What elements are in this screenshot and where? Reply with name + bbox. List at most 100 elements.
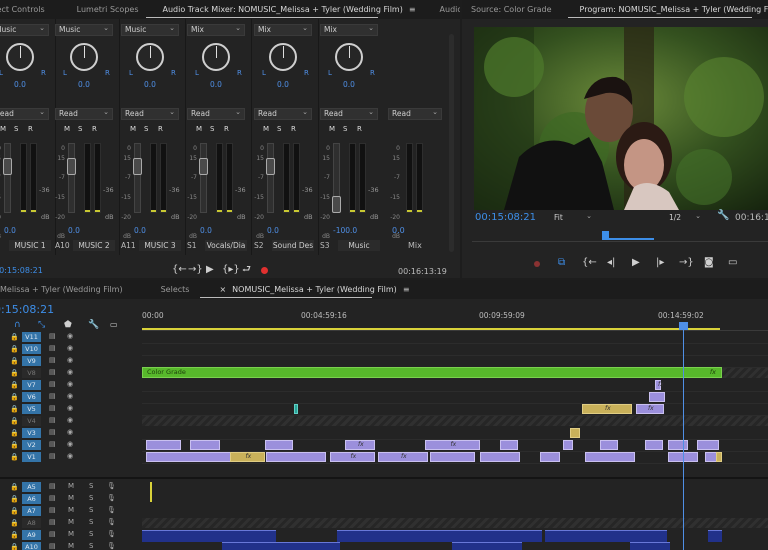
mute-track-button[interactable]: M: [68, 542, 74, 550]
sync-lock-icon[interactable]: ▤: [49, 404, 56, 412]
eye-icon[interactable]: ◉: [67, 440, 73, 448]
mute-button[interactable]: M: [196, 125, 202, 133]
pan-knob[interactable]: [136, 43, 164, 71]
automation-select[interactable]: Read: [187, 107, 245, 120]
track-label[interactable]: V5: [22, 404, 41, 414]
sync-lock-icon[interactable]: ▤: [49, 518, 56, 526]
go-to-out-button[interactable]: →}: [679, 258, 694, 268]
tab-audio-clip-mixer[interactable]: Audio Clip M: [433, 0, 460, 19]
volume-fader[interactable]: [266, 143, 275, 213]
solo-button[interactable]: S: [14, 125, 18, 133]
track-label[interactable]: V8: [22, 368, 41, 378]
sync-lock-icon[interactable]: ▤: [49, 530, 56, 538]
track-label[interactable]: V3: [22, 428, 41, 438]
volume-fader[interactable]: [199, 143, 208, 213]
sync-lock-icon[interactable]: ▤: [49, 368, 56, 376]
timeline-clip[interactable]: [294, 404, 298, 414]
channel-name[interactable]: MUSIC 2: [73, 240, 115, 251]
lock-icon[interactable]: 🔒: [10, 453, 19, 461]
lock-icon[interactable]: 🔒: [10, 483, 19, 491]
microphone-icon[interactable]: 🎙: [107, 518, 116, 526]
hamburger-icon[interactable]: ≡: [403, 285, 410, 294]
record-enable-button[interactable]: R: [158, 125, 163, 133]
mute-track-button[interactable]: M: [68, 482, 74, 490]
pan-knob[interactable]: [335, 43, 363, 71]
sync-lock-icon[interactable]: ▤: [49, 392, 56, 400]
play-in-to-out-button[interactable]: {▸}: [222, 265, 240, 275]
timeline-clip[interactable]: [146, 440, 181, 450]
eye-icon[interactable]: ◉: [67, 404, 73, 412]
mute-track-button[interactable]: M: [68, 530, 74, 538]
record-enable-button[interactable]: R: [28, 125, 33, 133]
lock-icon[interactable]: 🔒: [10, 531, 19, 539]
microphone-icon[interactable]: 🎙: [107, 530, 116, 538]
play-button[interactable]: ▶: [632, 258, 640, 268]
lock-icon[interactable]: 🔒: [10, 507, 19, 515]
timeline-clip[interactable]: [563, 440, 573, 450]
solo-track-button[interactable]: S: [89, 542, 93, 550]
comparison-view-icon[interactable]: ▭: [728, 258, 737, 268]
timeline-clip[interactable]: [697, 440, 719, 450]
track-label[interactable]: V6: [22, 392, 41, 402]
timeline-clip[interactable]: [480, 452, 520, 462]
wrench-icon[interactable]: 🔧: [88, 320, 99, 330]
track-label[interactable]: V10: [22, 344, 41, 354]
channel-input-select[interactable]: Mix: [187, 23, 245, 36]
track-label[interactable]: A5: [22, 482, 41, 492]
loop-button[interactable]: ⮐: [242, 265, 251, 275]
timeline-clip[interactable]: fx: [425, 440, 480, 450]
tab-source[interactable]: Source: Color Grade: [464, 0, 559, 19]
lock-icon[interactable]: 🔒: [10, 357, 19, 365]
eye-icon[interactable]: ◉: [67, 332, 73, 340]
lock-icon[interactable]: 🔒: [10, 495, 19, 503]
linked-selection-icon[interactable]: ⤡: [38, 320, 45, 330]
audio-clip-waveform[interactable]: [452, 542, 522, 550]
hamburger-icon[interactable]: ≡: [409, 5, 416, 14]
lock-icon[interactable]: 🔒: [10, 429, 19, 437]
channel-name[interactable]: Music: [338, 240, 380, 251]
track-label[interactable]: V9: [22, 356, 41, 366]
mute-button[interactable]: M: [130, 125, 136, 133]
record-enable-button[interactable]: R: [357, 125, 362, 133]
channel-name[interactable]: Vocals/Dia: [205, 240, 247, 251]
audio-clip-waveform[interactable]: [708, 530, 722, 542]
channel-input-select[interactable]: Music: [0, 23, 49, 36]
timeline-clip[interactable]: [540, 452, 560, 462]
automation-select[interactable]: Read: [121, 107, 179, 120]
sync-lock-icon[interactable]: ▤: [49, 452, 56, 460]
track-label[interactable]: A6: [22, 494, 41, 504]
timeline-clip[interactable]: [585, 452, 635, 462]
fader-handle[interactable]: [332, 196, 341, 213]
track-label[interactable]: A7: [22, 506, 41, 516]
sync-lock-icon[interactable]: ▤: [49, 332, 56, 340]
program-zoom-bar[interactable]: [602, 238, 654, 240]
mark-in-button[interactable]: ⧉: [558, 258, 565, 268]
sync-lock-icon[interactable]: ▤: [49, 440, 56, 448]
timeline-clip[interactable]: [716, 452, 722, 462]
color-grade-adjustment-clip[interactable]: Color Grade fx: [142, 367, 722, 378]
solo-track-button[interactable]: S: [89, 494, 93, 502]
eye-icon[interactable]: ◉: [67, 452, 73, 460]
add-marker-button[interactable]: [534, 261, 540, 267]
play-button[interactable]: ▶: [206, 265, 214, 275]
pan-knob[interactable]: [202, 43, 230, 71]
channel-name[interactable]: Sound Des: [272, 240, 314, 251]
solo-track-button[interactable]: S: [89, 518, 93, 526]
eye-icon[interactable]: ◉: [67, 392, 73, 400]
lock-icon[interactable]: 🔒: [10, 345, 19, 353]
fader-handle[interactable]: [3, 158, 12, 175]
fader-handle[interactable]: [266, 158, 275, 175]
volume-fader[interactable]: [67, 143, 76, 213]
timeline-clip[interactable]: fx: [655, 380, 664, 390]
microphone-icon[interactable]: 🎙: [107, 482, 116, 490]
fader-handle[interactable]: [67, 158, 76, 175]
automation-select[interactable]: Read: [254, 107, 312, 120]
timeline-clip[interactable]: fx: [330, 452, 375, 462]
lock-icon[interactable]: 🔒: [10, 519, 19, 527]
microphone-icon[interactable]: 🎙: [107, 542, 116, 550]
lock-icon[interactable]: 🔒: [10, 543, 19, 550]
resolution-select[interactable]: 1/2: [665, 211, 705, 224]
eye-icon[interactable]: ◉: [67, 368, 73, 376]
sync-lock-icon[interactable]: ▤: [49, 494, 56, 502]
channel-name[interactable]: MUSIC 3: [139, 240, 181, 251]
